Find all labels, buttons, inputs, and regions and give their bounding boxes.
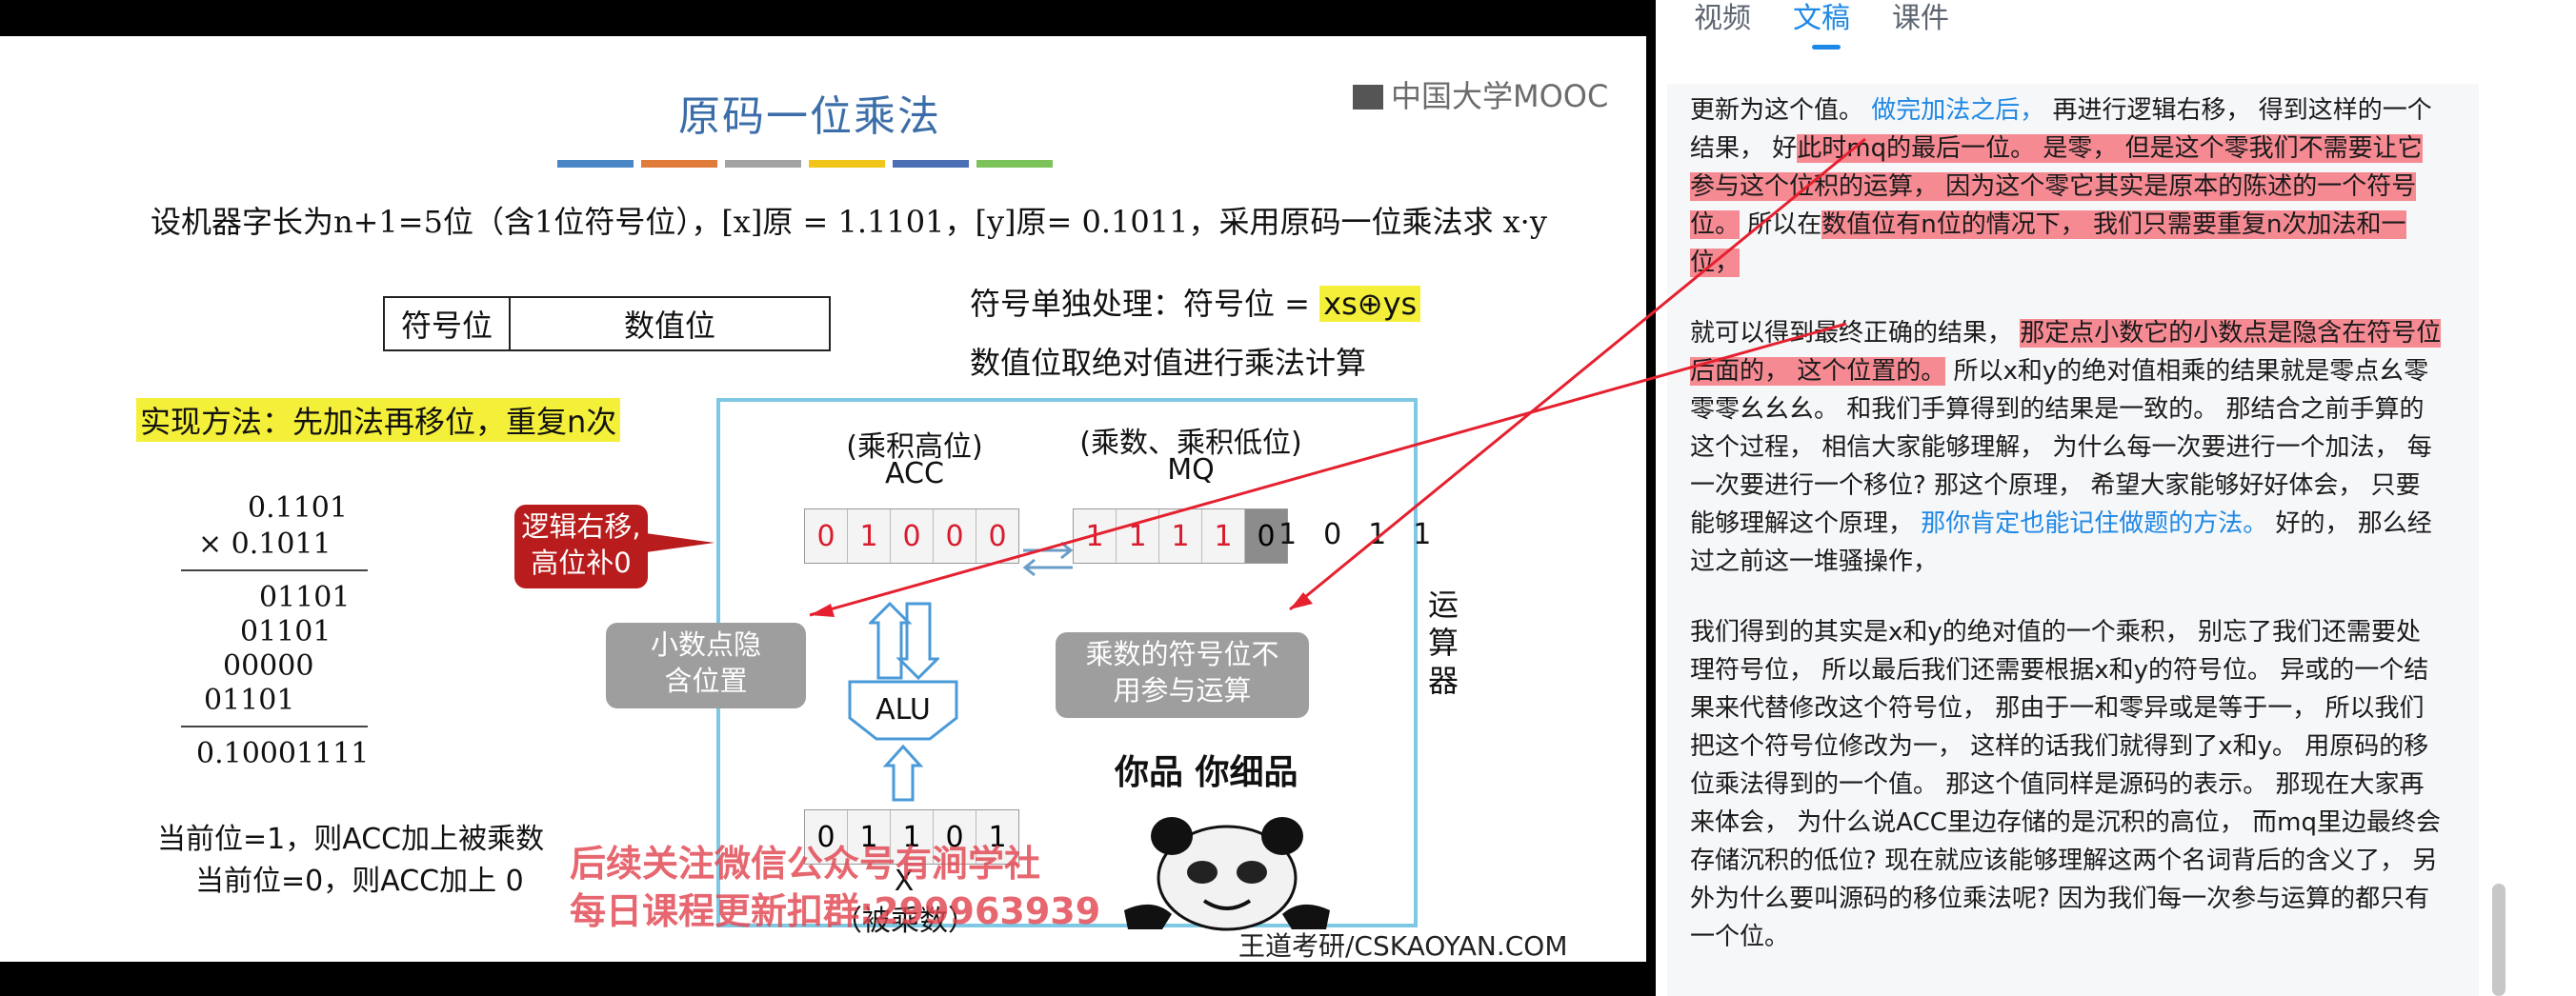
transcript-segment: 我们得到的其实是x和y的绝对值的一个乘积， 别忘了我们还需要处理符号位， 所以最… bbox=[1690, 618, 2441, 951]
mooc-logo-text: 中国大学MOOC bbox=[1391, 78, 1609, 114]
mooc-logo: 中国大学MOOC bbox=[1353, 72, 1608, 116]
title-stripe bbox=[725, 160, 801, 168]
title-stripe bbox=[557, 160, 634, 168]
lecture-slide: 原码一位乘法 中国大学MOOC 设机器字长为n+1=5位（含1位符号位），[x]… bbox=[0, 36, 1646, 962]
watermark-line-1: 后续关注微信公众号有涧学社 bbox=[570, 843, 1041, 885]
acc-reg-bit: 0 bbox=[934, 509, 976, 563]
title-color-stripes bbox=[557, 160, 1053, 168]
panel-tabs: 视频 文稿 课件 bbox=[1694, 0, 1949, 50]
transcript-segment: 更新为这个值。 bbox=[1690, 96, 1872, 125]
transcript-segment[interactable]: 做完加法之后， bbox=[1871, 96, 2044, 125]
partial-product-2: 01101 bbox=[240, 615, 332, 648]
decimal-point-callout: 小数点隐 含位置 bbox=[606, 623, 806, 708]
transcript-segment[interactable]: 那你肯定也能记住做题的方法。 bbox=[1921, 509, 2267, 538]
mq-reg-bit: 1 bbox=[1074, 509, 1117, 563]
value-bits-cell: 数值位 bbox=[623, 308, 715, 344]
method-note: 实现方法：先加法再移位，重复n次 bbox=[136, 398, 621, 442]
mq-name: MQ bbox=[1167, 453, 1215, 487]
source-credit: 王道考研/CSKAOYAN.COM bbox=[1238, 930, 1568, 962]
title-stripe bbox=[641, 160, 717, 168]
tab-transcript[interactable]: 文稿 bbox=[1793, 0, 1850, 50]
sign-bit-cell: 符号位 bbox=[385, 298, 511, 349]
calc-rule-2 bbox=[181, 726, 368, 727]
decimal-callout-line2: 含位置 bbox=[664, 665, 748, 697]
tab-video[interactable]: 视频 bbox=[1694, 0, 1751, 44]
problem-statement: 设机器字长为n+1=5位（含1位符号位），[x]原 = 1.1101，[y]原=… bbox=[151, 204, 1547, 240]
transcript-segment: 就可以得到最终正确的结果， bbox=[1690, 319, 2021, 348]
panda-meme-image bbox=[1124, 817, 1330, 931]
shift-callout-line1: 逻辑右移, bbox=[521, 510, 641, 543]
watermark-line-2: 每日课程更新扣群:299963939 bbox=[570, 890, 1101, 932]
sign-callout-line2: 用参与运算 bbox=[1113, 674, 1252, 707]
transcript-paragraph-2: 就可以得到最终正确的结果， 那定点小数它的小数点是隐含在符号位后面的， 这个位置… bbox=[1690, 314, 2443, 581]
mq-register: 11110 bbox=[1073, 508, 1288, 564]
acc-reg-bit: 0 bbox=[891, 509, 934, 563]
mq-reg-bit: 1 bbox=[1202, 509, 1245, 563]
acc-mq-transfer-icon bbox=[1022, 541, 1074, 577]
partial-product-3: 00000 bbox=[223, 649, 314, 683]
mq-reg-bit: 1 bbox=[1159, 509, 1202, 563]
calc-rule-1 bbox=[181, 569, 368, 571]
acc-register: 01000 bbox=[804, 508, 1019, 564]
meme-caption: 你品 你细品 bbox=[1115, 753, 1298, 792]
multiplier: × 0.1011 bbox=[198, 528, 332, 561]
abs-rule: 数值位取绝对值进行乘法计算 bbox=[970, 345, 1367, 381]
tab-courseware[interactable]: 课件 bbox=[1892, 0, 1949, 44]
acc-reg-bit: 1 bbox=[848, 509, 891, 563]
multiplicand: 0.1101 bbox=[248, 491, 348, 525]
acc-reg-bit: 0 bbox=[988, 519, 1007, 553]
arithmetic-unit-label: 运算器 bbox=[1423, 588, 1459, 703]
partial-product-1: 01101 bbox=[259, 581, 351, 614]
x-to-alu-arrow-icon bbox=[882, 745, 924, 802]
sign-rule: 符号单独处理：符号位 = xs⊕ys bbox=[970, 280, 1421, 324]
calc-result: 0.10001111 bbox=[196, 737, 370, 770]
alu-label: ALU bbox=[875, 693, 931, 727]
shift-callout-line2: 高位补0 bbox=[531, 547, 632, 579]
transcript-segment: 所以在 bbox=[1740, 210, 1822, 239]
mooc-logo-icon bbox=[1353, 85, 1383, 110]
rule-bit-one: 当前位=1，则ACC加上被乘数 bbox=[157, 823, 545, 856]
transcript-paragraph-1: 更新为这个值。 做完加法之后， 再进行逻辑右移， 得到这样的一个结果， 好此时m… bbox=[1690, 91, 2443, 282]
title-stripe bbox=[809, 160, 885, 168]
title-stripe bbox=[976, 160, 1053, 168]
mq-shifted-tail: 1011 bbox=[1278, 518, 1459, 551]
transcript-paragraph-3: 我们得到的其实是x和y的绝对值的一个乘积， 别忘了我们还需要处理符号位， 所以最… bbox=[1690, 613, 2443, 956]
sign-value-box: 符号位 数值位 bbox=[383, 296, 831, 351]
sign-rule-text: 符号单独处理：符号位 = bbox=[970, 286, 1320, 322]
sign-bit-callout: 乘数的符号位不 用参与运算 bbox=[1056, 632, 1309, 718]
sign-formula: xs⊕ys bbox=[1319, 286, 1421, 322]
rule-bit-zero: 当前位=0，则ACC加上 0 bbox=[195, 865, 524, 898]
acc-reg-bit: 0 bbox=[805, 509, 848, 563]
video-player[interactable]: 原码一位乘法 中国大学MOOC 设机器字长为n+1=5位（含1位符号位），[x]… bbox=[0, 0, 1656, 996]
acc-name: ACC bbox=[885, 457, 944, 490]
mq-reg-bit: 1 bbox=[1117, 509, 1159, 563]
shift-callout: 逻辑右移, 高位补0 bbox=[514, 505, 714, 588]
alu-bus-arrows-icon bbox=[869, 602, 939, 680]
side-panel: 视频 文稿 课件 更新为这个值。 做完加法之后， 再进行逻辑右移， 得到这样的一… bbox=[1656, 0, 2576, 996]
sign-callout-line1: 乘数的符号位不 bbox=[1085, 638, 1279, 670]
partial-product-4: 01101 bbox=[204, 684, 295, 717]
decimal-callout-line1: 小数点隐 bbox=[650, 628, 761, 661]
transcript-area[interactable]: 更新为这个值。 做完加法之后， 再进行逻辑右移， 得到这样的一个结果， 好此时m… bbox=[1667, 84, 2479, 996]
transcript-scrollbar[interactable] bbox=[2492, 884, 2506, 996]
title-stripe bbox=[893, 160, 969, 168]
